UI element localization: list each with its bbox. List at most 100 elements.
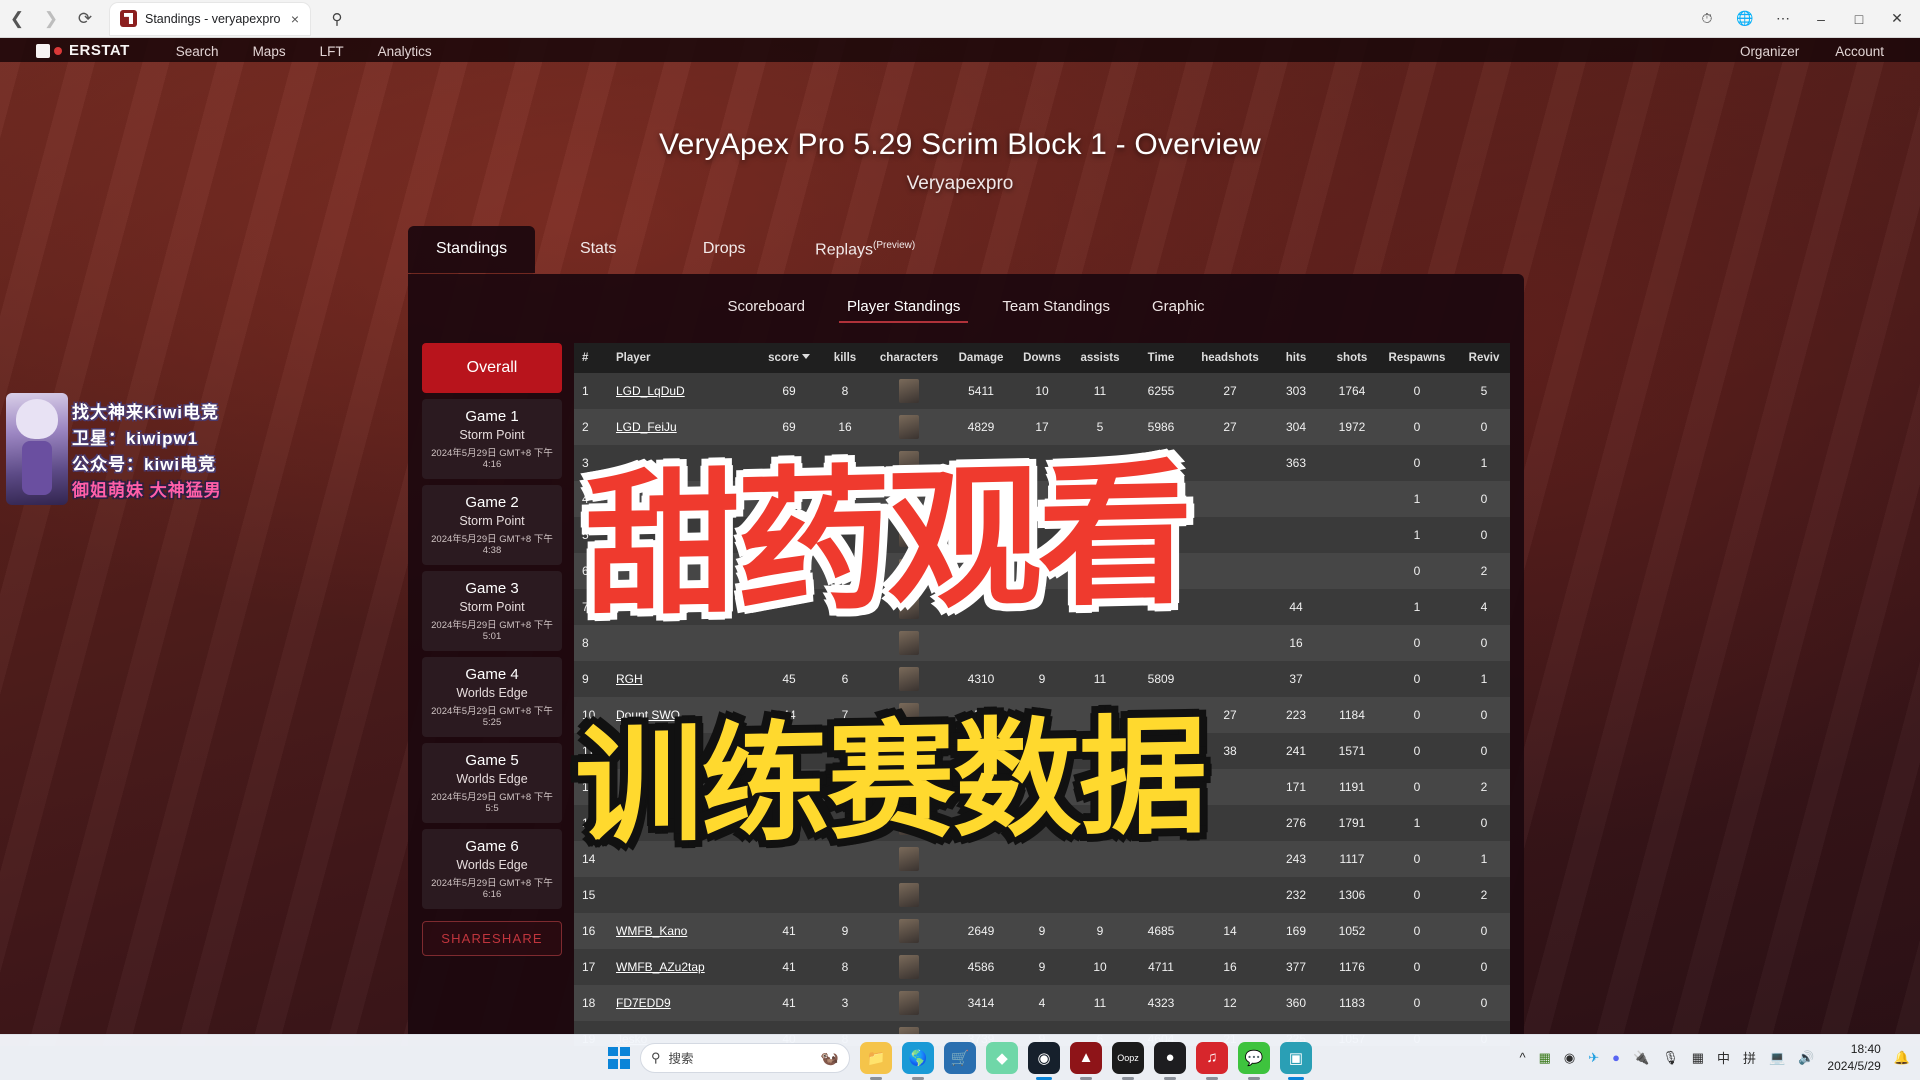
- col-player[interactable]: Player: [608, 343, 758, 373]
- cell-hits: 171: [1285, 780, 1307, 794]
- cell-revives: 4: [1480, 600, 1488, 614]
- subtab-team-standings-label: Team Standings: [1002, 298, 1110, 315]
- app-teal-icon[interactable]: ▣: [1280, 1041, 1312, 1074]
- col-rank[interactable]: #: [574, 343, 608, 373]
- cell-damage: 2649: [967, 924, 995, 938]
- search-input[interactable]: ⚲ 搜索 🦦: [640, 1042, 850, 1073]
- player-link[interactable]: WMFB_Kano: [616, 924, 687, 938]
- globe-icon[interactable]: 🌐: [1728, 4, 1762, 34]
- sort-descending-icon: [801, 354, 810, 359]
- more-icon[interactable]: ⋯: [1766, 4, 1800, 34]
- tab-stats[interactable]: Stats: [535, 226, 661, 273]
- subtab-player-standings[interactable]: Player Standings: [831, 290, 976, 327]
- edge-icon[interactable]: 🌎: [902, 1041, 934, 1074]
- subtab-graphic[interactable]: Graphic: [1136, 290, 1221, 327]
- cell-hits: 363: [1285, 456, 1307, 470]
- col-downs[interactable]: Downs: [1014, 343, 1070, 373]
- apex-icon[interactable]: ▲: [1070, 1041, 1102, 1074]
- file-explorer-icon[interactable]: 📁: [860, 1041, 892, 1074]
- bell-icon[interactable]: 🔔: [1894, 1050, 1910, 1066]
- col-respawns[interactable]: Respawns: [1380, 343, 1454, 373]
- player-link[interactable]: LGD_LqDuD: [616, 384, 685, 398]
- forward-arrow-icon[interactable]: ❯: [34, 2, 68, 36]
- logo-dot-icon: [54, 46, 62, 55]
- character-icons: [872, 919, 946, 943]
- cell-score: 41: [782, 996, 796, 1010]
- app-gray-icon[interactable]: ◉: [1564, 1050, 1575, 1066]
- volume-icon[interactable]: 🔊: [1798, 1050, 1814, 1066]
- nav-link-lft[interactable]: LFT: [320, 44, 344, 59]
- table-row[interactable]: 18 FD7EDD9 41 3 3414 4 11 4323 12 360 1183 0 0: [574, 985, 1510, 1021]
- legend-icon: [899, 955, 919, 979]
- col-shots[interactable]: shots: [1324, 343, 1380, 373]
- clock[interactable]: 18:40 2024/5/29: [1827, 1041, 1880, 1073]
- sidebar-item-overall[interactable]: Overall: [422, 343, 562, 393]
- browser-tab[interactable]: Standings - veryapexpro - V ×: [110, 2, 310, 35]
- site-logo[interactable]: ERSTAT: [36, 42, 130, 59]
- steam-icon[interactable]: ◉: [1028, 1041, 1060, 1074]
- chevron-up-icon[interactable]: ^: [1520, 1050, 1526, 1065]
- window-close-icon[interactable]: ✕: [1880, 4, 1914, 34]
- col-assists[interactable]: assists: [1070, 343, 1130, 373]
- sidebar-item-game-2[interactable]: Game 2 Storm Point 2024年5月29日 GMT+8 下午4:38: [422, 485, 562, 565]
- back-arrow-icon[interactable]: ❮: [0, 2, 34, 36]
- wechat-icon[interactable]: 💬: [1238, 1041, 1270, 1074]
- nav-link-maps[interactable]: Maps: [253, 44, 286, 59]
- start-button[interactable]: [608, 1046, 630, 1069]
- store-icon[interactable]: 🛒: [944, 1041, 976, 1074]
- subtab-team-standings[interactable]: Team Standings: [986, 290, 1126, 327]
- cell-revives: 0: [1480, 420, 1488, 434]
- sidebar-item-game-3[interactable]: Game 3 Storm Point 2024年5月29日 GMT+8 下午5:01: [422, 571, 562, 651]
- table-row[interactable]: 16 WMFB_Kano 41 9 2649 9 9 4685 14 169 1052 0 0: [574, 913, 1510, 949]
- history-icon[interactable]: ⏱: [1690, 4, 1724, 34]
- usb-icon[interactable]: 🔌: [1633, 1050, 1649, 1066]
- sidebar-item-game-6[interactable]: Game 6 Worlds Edge 2024年5月29日 GMT+8 下午6:16: [422, 829, 562, 909]
- nav-link-analytics[interactable]: Analytics: [378, 44, 432, 59]
- sidebar-item-game-4[interactable]: Game 4 Worlds Edge 2024年5月29日 GMT+8 下午5:25: [422, 657, 562, 737]
- nav-link-organizer[interactable]: Organizer: [1740, 44, 1799, 59]
- tab-replays[interactable]: Replays(Preview): [787, 226, 943, 273]
- player-link[interactable]: WMFB_AZu2tap: [616, 960, 705, 974]
- minimize-icon[interactable]: –: [1804, 4, 1838, 34]
- col-score[interactable]: score: [758, 343, 820, 373]
- discord-icon[interactable]: ●: [1612, 1050, 1620, 1065]
- reload-icon[interactable]: ⟳: [68, 2, 102, 36]
- table-row[interactable]: 15 232 1306 0 2: [574, 877, 1510, 913]
- network-icon[interactable]: 💻: [1769, 1050, 1785, 1066]
- ime-language-icon[interactable]: 中: [1717, 1048, 1730, 1067]
- table-row[interactable]: 1 LGD_LqDuD 69 8 5411 10 11 6255 27 303 1764 0 5: [574, 373, 1510, 409]
- tab-standings[interactable]: Standings: [408, 226, 536, 274]
- ime-pinyin-icon[interactable]: 拼: [1743, 1048, 1756, 1067]
- mic-icon[interactable]: 🎙: [1662, 1050, 1679, 1066]
- cell-respawns: 1: [1413, 492, 1421, 506]
- telegram-icon[interactable]: ✈: [1588, 1050, 1599, 1066]
- maximize-icon[interactable]: □: [1842, 4, 1876, 34]
- nav-link-search[interactable]: Search: [176, 44, 219, 59]
- subtab-scoreboard[interactable]: Scoreboard: [711, 290, 821, 327]
- cell-revives: 1: [1480, 852, 1488, 866]
- col-revives[interactable]: Reviv: [1454, 343, 1510, 373]
- col-time[interactable]: Time: [1130, 343, 1192, 373]
- app-green-icon[interactable]: ◆: [986, 1041, 1018, 1074]
- tab-drops[interactable]: Drops: [661, 226, 787, 273]
- sidebar-item-game-5[interactable]: Game 5 Worlds Edge 2024年5月29日 GMT+8 下午5:5: [422, 743, 562, 823]
- nav-link-account[interactable]: Account: [1835, 44, 1884, 59]
- col-headshots[interactable]: headshots: [1192, 343, 1268, 373]
- table-row[interactable]: 17 WMFB_AZu2tap 41 8 4586 9 10 4711 16 377 1176 0 0: [574, 949, 1510, 985]
- netease-music-icon[interactable]: ♫: [1196, 1041, 1228, 1074]
- col-damage[interactable]: Damage: [948, 343, 1014, 373]
- obs-icon[interactable]: ●: [1154, 1041, 1186, 1074]
- sidebar-item-game-1[interactable]: Game 1 Storm Point 2024年5月29日 GMT+8 下午4:16: [422, 399, 562, 479]
- oopz-icon[interactable]: Oopz: [1112, 1041, 1144, 1074]
- nvidia-icon[interactable]: ▦: [1539, 1050, 1551, 1066]
- share-button[interactable]: SHARESHARE: [422, 921, 562, 956]
- col-kills[interactable]: kills: [820, 343, 870, 373]
- col-hits[interactable]: hits: [1268, 343, 1324, 373]
- search-icon[interactable]: ⚲: [320, 4, 354, 34]
- player-link[interactable]: FD7EDD9: [616, 996, 671, 1010]
- col-characters[interactable]: characters: [870, 343, 948, 373]
- touchpad-icon[interactable]: ▦: [1692, 1050, 1704, 1066]
- cell-player: LGD_LqDuD: [608, 373, 758, 409]
- close-icon[interactable]: ×: [288, 11, 302, 27]
- subtab-scoreboard-label: Scoreboard: [727, 298, 806, 315]
